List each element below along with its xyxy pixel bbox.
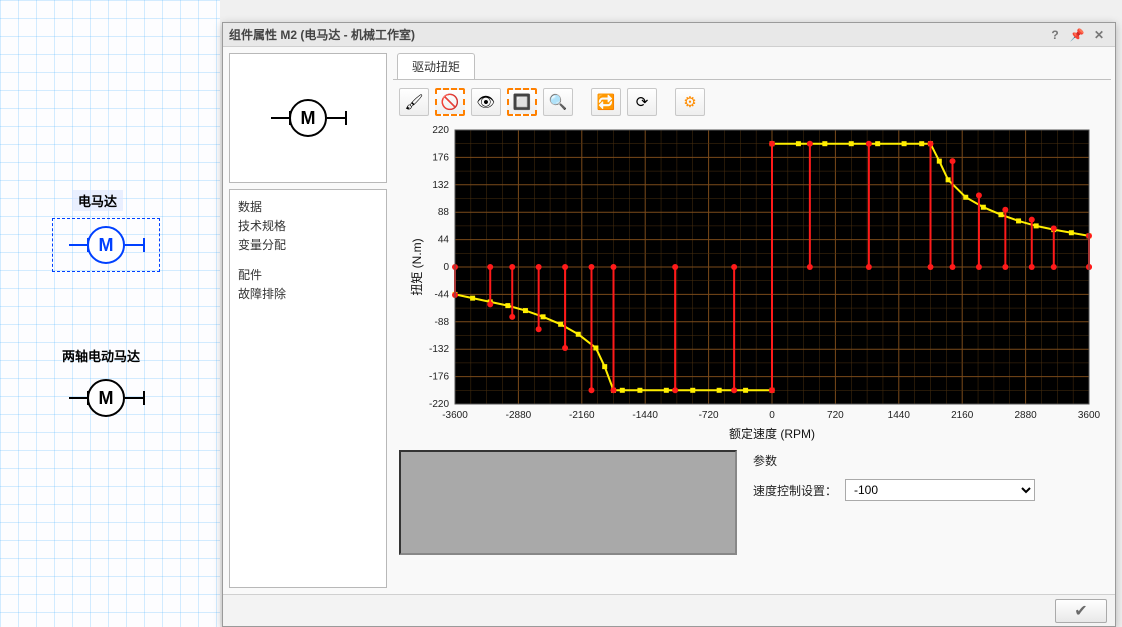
svg-text:-1440: -1440: [632, 410, 658, 421]
design-canvas[interactable]: 电马达 M 两轴电动马达 M: [0, 0, 220, 627]
svg-text:176: 176: [432, 152, 449, 163]
close-icon: ✕: [1094, 28, 1104, 42]
help-icon: ?: [1051, 28, 1058, 42]
tool-brush[interactable]: 🖌: [399, 88, 429, 116]
eye-icon: 👁: [476, 93, 495, 111]
svg-text:-720: -720: [699, 410, 719, 421]
tree-item[interactable]: 数据: [238, 198, 378, 217]
tool-eye[interactable]: 👁: [471, 88, 501, 116]
refresh-icon: ⟳: [636, 93, 649, 111]
motor-letter: M: [289, 99, 327, 137]
tool-settings[interactable]: ⚙: [675, 88, 705, 116]
component-properties-dialog: 组件属性 M2 (电马达 - 机械工作室) ? 📌 ✕ M 数据 技术规格 变量…: [222, 22, 1116, 627]
speed-control-label: 速度控制设置：: [753, 482, 837, 499]
speed-control-select[interactable]: -100: [845, 479, 1035, 501]
parameters-panel: 参数 速度控制设置： -100: [747, 450, 1105, 555]
ok-button[interactable]: ✔: [1055, 599, 1107, 623]
dialog-title-text: 组件属性 M2 (电马达 - 机械工作室): [229, 26, 1043, 43]
svg-text:额定速度 (RPM): 额定速度 (RPM): [729, 426, 815, 441]
chart-toolbar: 🖌 🚫 👁 🔲 🔍 🔁 ⟳ ⚙: [393, 80, 1111, 124]
tool-zoom-box[interactable]: 🔲: [507, 88, 537, 116]
preview-thumbnail: [399, 450, 737, 555]
tree-item[interactable]: 技术规格: [238, 217, 378, 236]
refresh-pair-icon: 🔁: [597, 93, 616, 111]
tree-item[interactable]: 变量分配: [238, 236, 378, 255]
zoom-box-icon: 🔲: [513, 93, 532, 111]
gear-icon: ⚙: [683, 93, 696, 111]
pin-icon: 📌: [1070, 28, 1085, 42]
svg-text:-2880: -2880: [506, 410, 532, 421]
svg-text:-44: -44: [435, 289, 450, 300]
tab-drive-torque[interactable]: 驱动扭矩: [397, 53, 475, 79]
svg-text:-176: -176: [429, 372, 449, 383]
svg-text:720: 720: [827, 410, 844, 421]
svg-text:3600: 3600: [1078, 410, 1101, 421]
chart-svg: -3600 -2880 -2160 -1440 -720 0 720 1440 2160 2880…: [399, 124, 1105, 444]
svg-text:220: 220: [432, 125, 449, 136]
tabs: 驱动扭矩: [393, 53, 1111, 80]
svg-text:-2160: -2160: [569, 410, 595, 421]
help-button[interactable]: ?: [1045, 26, 1065, 44]
canvas-label-2: 两轴电动马达: [56, 345, 146, 366]
svg-text:-3600: -3600: [442, 410, 468, 421]
tree-item[interactable]: 配件: [238, 266, 378, 285]
brush-icon: 🖌: [404, 93, 423, 111]
svg-text:-88: -88: [435, 317, 450, 328]
svg-text:扭矩 (N.m): 扭矩 (N.m): [410, 238, 424, 295]
motor-symbol-selected[interactable]: M: [46, 215, 166, 275]
tool-zoom[interactable]: 🔍: [543, 88, 573, 116]
svg-text:-132: -132: [429, 344, 449, 355]
dialog-footer: ✔: [223, 594, 1115, 626]
tree-item[interactable]: 故障排除: [238, 285, 378, 304]
close-button[interactable]: ✕: [1089, 26, 1109, 44]
tool-refresh[interactable]: ⟳: [627, 88, 657, 116]
pin-button[interactable]: 📌: [1067, 26, 1087, 44]
svg-text:0: 0: [443, 262, 449, 273]
svg-text:2880: 2880: [1014, 410, 1037, 421]
canvas-label-1: 电马达: [72, 190, 123, 211]
svg-text:132: 132: [432, 180, 449, 191]
motor-symbol-2[interactable]: M: [46, 368, 166, 428]
svg-text:0: 0: [769, 410, 775, 421]
zoom-icon: 🔍: [549, 93, 568, 111]
property-tree[interactable]: 数据 技术规格 变量分配 配件 故障排除: [229, 189, 387, 588]
tool-eye-off[interactable]: 🚫: [435, 88, 465, 116]
motor-letter: M: [87, 379, 125, 417]
torque-chart[interactable]: -3600 -2880 -2160 -1440 -720 0 720 1440 2160 2880…: [399, 124, 1105, 444]
motor-letter: M: [87, 226, 125, 264]
svg-text:2160: 2160: [951, 410, 974, 421]
svg-text:1440: 1440: [888, 410, 911, 421]
check-icon: ✔: [1074, 601, 1087, 621]
tool-refresh-pair[interactable]: 🔁: [591, 88, 621, 116]
dialog-titlebar[interactable]: 组件属性 M2 (电马达 - 机械工作室) ? 📌 ✕: [223, 23, 1115, 47]
eye-off-icon: 🚫: [441, 93, 460, 111]
component-preview: M: [229, 53, 387, 183]
svg-text:-220: -220: [429, 399, 449, 410]
svg-text:44: 44: [438, 235, 450, 246]
svg-text:88: 88: [438, 207, 450, 218]
parameters-title: 参数: [753, 452, 1099, 469]
